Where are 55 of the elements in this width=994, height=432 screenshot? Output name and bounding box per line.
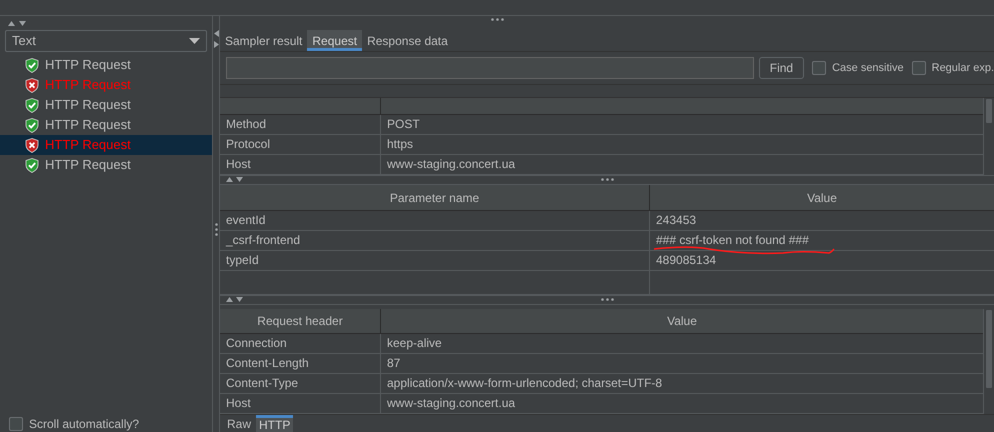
dropdown-caret-icon[interactable] (189, 38, 200, 44)
table-cell: Content-Type (220, 374, 381, 393)
table-cell: ### csrf-token not found ### (650, 231, 994, 250)
result-item[interactable]: HTTP Request (0, 155, 212, 175)
table-cell-text: https (386, 136, 414, 154)
table-cell: Method (220, 115, 381, 134)
tab[interactable]: Raw (224, 415, 254, 432)
table-cell-text: keep-alive (386, 335, 443, 352)
splitter-arrows-icon[interactable] (226, 297, 244, 302)
collapse-down-icon[interactable] (19, 20, 26, 26)
checkbox[interactable] (812, 61, 826, 76)
table-cell-text: 489085134 (655, 252, 718, 270)
collapse-left-icon[interactable] (214, 30, 218, 37)
table-cell: eventId (220, 211, 650, 230)
result-item[interactable]: HTTP Request (0, 115, 212, 135)
scrollbar[interactable] (983, 309, 994, 414)
tab[interactable]: Sampler result (220, 30, 308, 51)
result-item[interactable]: HTTP Request (0, 95, 212, 115)
table-cell-text: 87 (386, 355, 402, 372)
splitter-grip-icon[interactable] (601, 178, 614, 182)
expand-right-icon[interactable] (214, 41, 218, 48)
table-cell: typeId (220, 251, 650, 270)
expand-up-icon[interactable] (8, 20, 15, 26)
table-cell: Content-Length (220, 354, 381, 373)
checkbox[interactable] (9, 417, 23, 431)
result-item[interactable]: HTTP Request (0, 55, 212, 75)
table-cell: Protocol (220, 135, 381, 154)
tab[interactable]: HTTP (256, 415, 294, 432)
option-label: Regular exp. (932, 60, 994, 76)
table-cell-text: 243453 (655, 212, 698, 230)
table-cell-text: POST (386, 116, 421, 134)
scrollbar[interactable] (983, 98, 994, 176)
table-cell: _csrf-frontend (220, 231, 650, 250)
table-cell: Connection (220, 334, 381, 353)
find-button[interactable]: Find (758, 57, 804, 80)
column-header[interactable]: Value (381, 309, 983, 333)
checkbox[interactable] (912, 61, 926, 76)
option-label: Case sensitive (832, 60, 904, 76)
table-cell-text: www-staging.concert.ua (386, 156, 516, 174)
column-header[interactable]: Value (650, 185, 994, 210)
splitter-arrows-icon[interactable] (226, 177, 244, 182)
column-header[interactable]: Parameter name (220, 185, 650, 210)
tab[interactable]: Request (307, 30, 362, 51)
result-item[interactable]: HTTP Request (0, 135, 212, 155)
table-cell: Host (220, 155, 381, 174)
splitter-grip-icon[interactable] (491, 18, 504, 21)
table-cell: Host (220, 394, 381, 413)
tab[interactable]: Response data (362, 30, 453, 51)
splitter-grip-icon[interactable] (214, 223, 218, 236)
column-header[interactable]: Request header (220, 309, 381, 333)
splitter-grip-icon[interactable] (601, 298, 614, 302)
filter-dropdown[interactable]: Text (5, 30, 207, 52)
table-cell-text: www-staging.concert.ua (386, 395, 516, 412)
table-cell-text: application/x-www-form-urlencoded; charset=UTF-8 (386, 375, 664, 392)
scroll-automatically-label: Scroll automatically? (29, 417, 140, 431)
